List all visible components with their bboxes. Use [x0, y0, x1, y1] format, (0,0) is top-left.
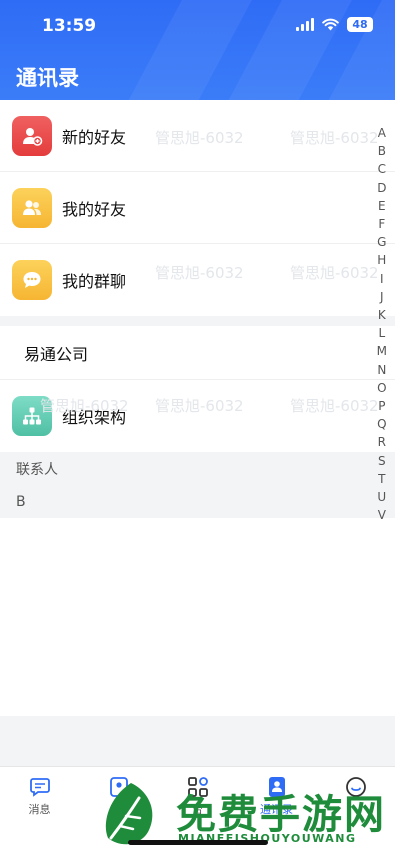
my-friends-item[interactable]: 我的好友 — [0, 172, 395, 244]
alphabet-letter[interactable]: S — [378, 452, 386, 470]
alphabet-letter[interactable]: C — [378, 160, 386, 178]
wifi-icon — [322, 18, 339, 31]
alphabet-letter[interactable]: P — [378, 397, 385, 415]
my-groups-label: 我的群聊 — [62, 272, 127, 291]
alphabet-letter[interactable]: T — [378, 470, 385, 488]
alphabet-letter[interactable]: D — [377, 179, 386, 197]
my-friends-label: 我的好友 — [62, 199, 127, 219]
org-structure-label: 组织架构 — [62, 408, 127, 427]
alphabet-letter[interactable]: B — [378, 142, 386, 160]
alphabet-letter[interactable]: Q — [377, 415, 386, 433]
alphabet-letter[interactable]: J — [380, 288, 384, 306]
friends-icon — [12, 187, 52, 228]
contacts-section-header: 联系人 — [0, 452, 395, 485]
status-time: 13:59 — [42, 16, 97, 36]
cellular-signal-icon — [296, 18, 314, 31]
page-title: 通讯录 — [16, 66, 79, 90]
alphabet-index[interactable]: ABCDEFGHIJKLMNOPQRSTUV — [377, 124, 387, 524]
letter-b-section-header: B — [0, 485, 395, 518]
alphabet-letter[interactable]: M — [377, 342, 387, 360]
alphabet-letter[interactable]: G — [377, 233, 386, 251]
alphabet-letter[interactable]: I — [380, 270, 384, 288]
alphabet-letter[interactable]: F — [378, 215, 385, 233]
tab-messages[interactable]: 消息 — [0, 767, 79, 853]
status-icons: 48 — [296, 17, 373, 32]
bottom-spacer — [0, 716, 395, 766]
alphabet-letter[interactable]: H — [377, 251, 386, 269]
company-item[interactable]: 易通公司 — [0, 326, 395, 380]
battery-indicator: 48 — [347, 17, 373, 32]
new-friends-item[interactable]: 新的好友 — [0, 100, 395, 172]
alphabet-letter[interactable]: L — [378, 324, 385, 342]
alphabet-letter[interactable]: A — [378, 124, 386, 142]
alphabet-letter[interactable]: E — [378, 197, 386, 215]
alphabet-letter[interactable]: V — [378, 506, 386, 524]
alphabet-letter[interactable]: R — [378, 433, 386, 451]
app-header: 13:59 48 通讯录 — [0, 0, 395, 102]
alphabet-letter[interactable]: N — [377, 361, 386, 379]
alphabet-letter[interactable]: K — [378, 306, 386, 324]
alphabet-letter[interactable]: U — [377, 488, 386, 506]
add-user-icon — [12, 115, 52, 156]
section-gap — [0, 316, 395, 326]
alphabet-letter[interactable]: O — [377, 379, 386, 397]
new-friends-label: 新的好友 — [62, 127, 127, 147]
my-groups-item[interactable]: 我的群聊 — [0, 244, 395, 316]
contacts-list: 新的好友 我的好友 我的群聊 易通公司 组织架构 联系人 B — [0, 100, 395, 518]
message-icon — [28, 775, 52, 799]
org-chart-icon — [12, 396, 52, 436]
tab-messages-label: 消息 — [28, 803, 51, 816]
chat-group-icon — [12, 260, 52, 300]
org-structure-item[interactable]: 组织架构 — [0, 380, 395, 452]
home-indicator[interactable] — [128, 840, 268, 845]
